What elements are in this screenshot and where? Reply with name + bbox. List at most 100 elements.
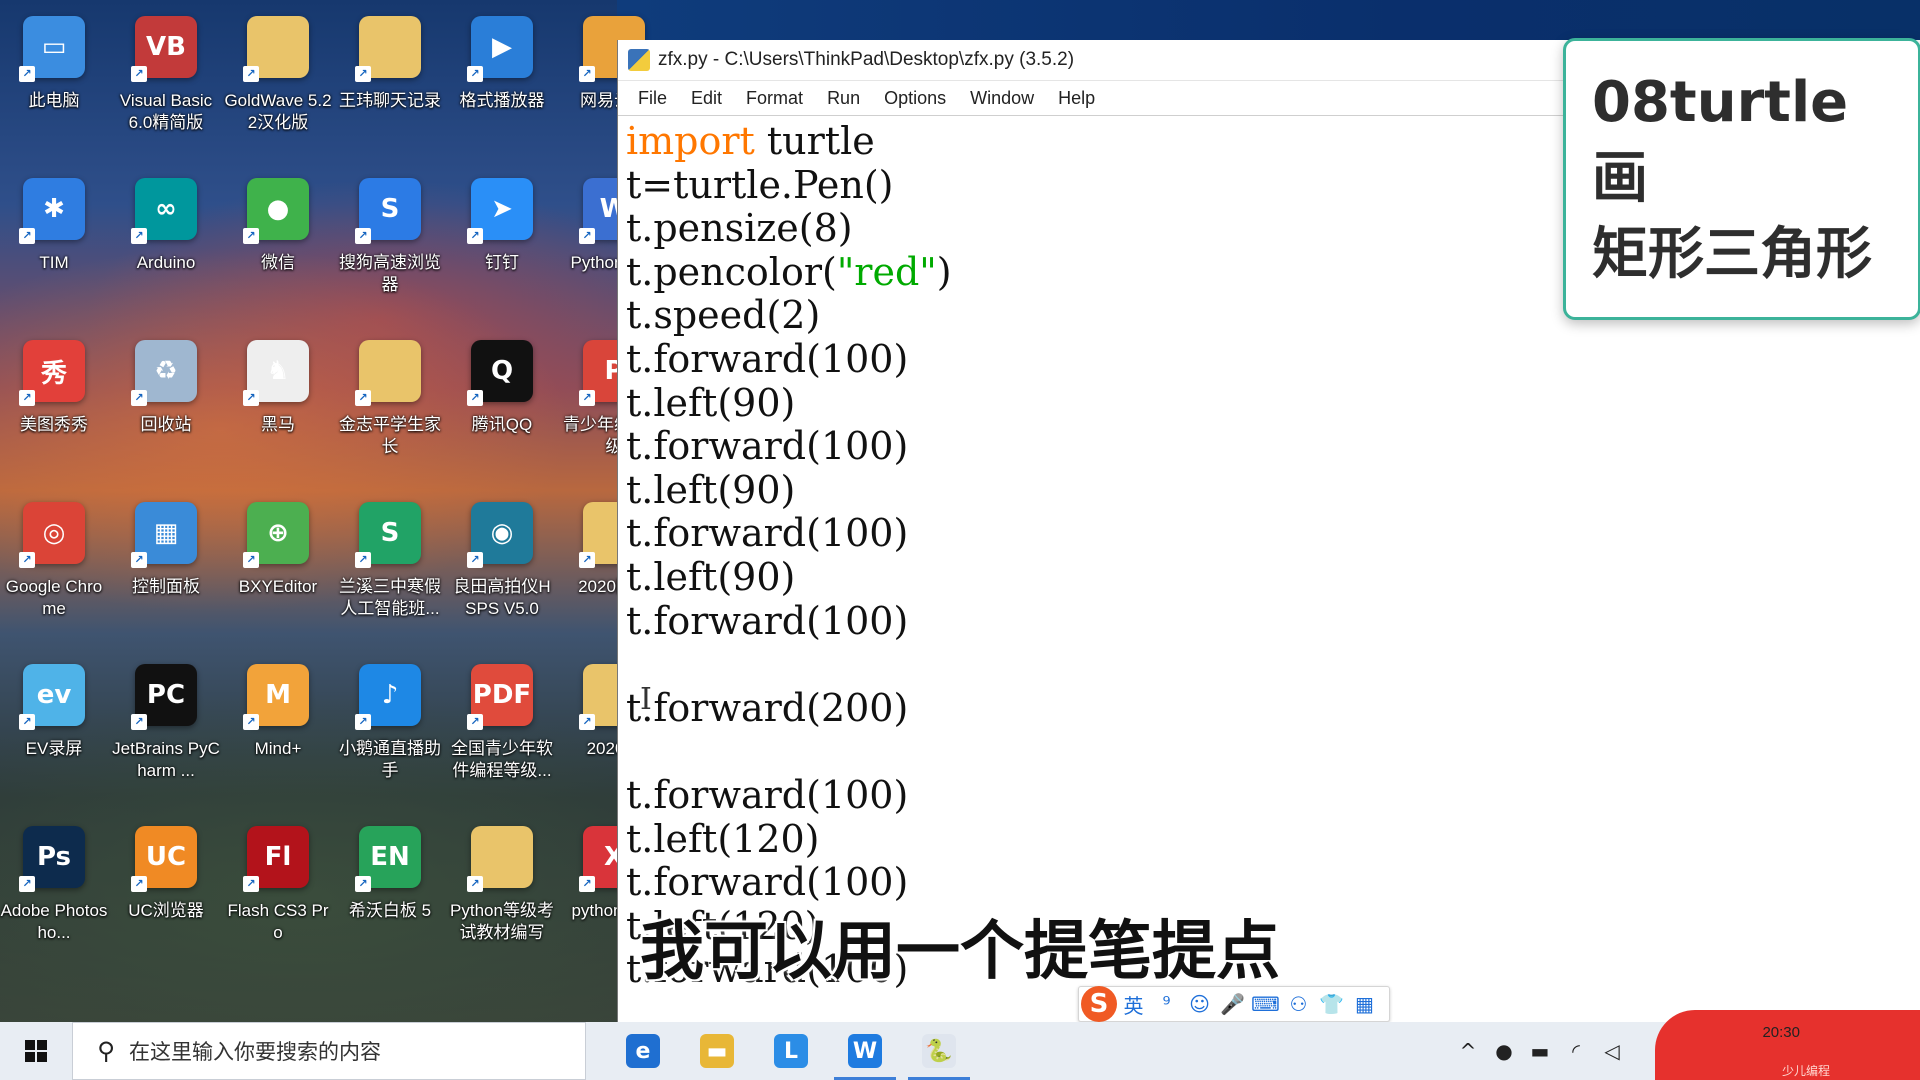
menu-run[interactable]: Run — [815, 83, 872, 113]
desktop-shortcut[interactable]: ● ↗ 微信 — [224, 170, 332, 330]
taskbar-app[interactable]: W — [828, 1022, 902, 1080]
desktop-shortcut[interactable]: ⊕ ↗ BXYEditor — [224, 494, 332, 654]
ime-skin-icon[interactable]: 👕 — [1315, 992, 1348, 1016]
desktop-shortcut[interactable]: ↗ Python等级考试教材编写 — [448, 818, 556, 978]
shortcut-arrow-icon: ↗ — [579, 714, 595, 730]
desktop-shortcut[interactable]: ◎ ↗ Google Chrome — [0, 494, 108, 654]
menu-help[interactable]: Help — [1046, 83, 1107, 113]
sogou-ime-logo-icon[interactable]: S — [1081, 986, 1117, 1022]
desktop-shortcut[interactable]: ▦ ↗ 控制面板 — [112, 494, 220, 654]
desktop-shortcut[interactable]: UC ↗ UC浏览器 — [112, 818, 220, 978]
folder-icon: ↗ — [355, 340, 421, 406]
ime-keyboard-icon[interactable]: ⌨ — [1249, 992, 1282, 1016]
desktop-shortcut[interactable]: ↗ GoldWave 5.22汉化版 — [224, 8, 332, 168]
volume-icon[interactable]: ◁ — [1594, 1039, 1630, 1063]
ime-emoji-icon[interactable]: ☺ — [1183, 992, 1216, 1016]
code-line[interactable]: t.forward(100) — [626, 773, 1920, 818]
desktop-shortcut[interactable]: S ↗ 兰溪三中寒假人工智能班... — [336, 494, 444, 654]
desktop-shortcut[interactable]: Q ↗ 腾讯QQ — [448, 332, 556, 492]
code-text: t.left(90) — [626, 467, 796, 512]
desktop-shortcut[interactable]: M ↗ Mind+ — [224, 656, 332, 816]
desktop-shortcut-label: 黑马 — [261, 415, 295, 434]
code-line[interactable] — [626, 730, 1920, 774]
ime-punctuation-icon[interactable]: ⁹ — [1150, 992, 1183, 1016]
ime-voice-icon[interactable]: 🎤 — [1216, 992, 1249, 1016]
code-line[interactable] — [626, 643, 1920, 687]
desktop-shortcut[interactable]: PC ↗ JetBrains PyCharm ... — [112, 656, 220, 816]
code-line[interactable]: t.forward(200) — [626, 686, 1920, 731]
desktop-shortcut[interactable]: Ps ↗ Adobe Photosho... — [0, 818, 108, 978]
python-file-icon — [628, 49, 650, 71]
tim-icon: ✱ ↗ — [19, 178, 85, 244]
taskbar-clock[interactable]: 20:30 — [1762, 1024, 1800, 1041]
menu-edit[interactable]: Edit — [679, 83, 734, 113]
ime-user-icon[interactable]: ⚇ — [1282, 992, 1315, 1016]
taskbar: ⚲ 在这里输入你要搜索的内容 e ▬ L W 🐍 ^ ● ▬ ◜ ◁ — [0, 1022, 1920, 1080]
tray-overflow-chevron-icon[interactable]: ^ — [1450, 1039, 1486, 1063]
code-line[interactable]: t.left(120) — [626, 817, 1920, 862]
code-line[interactable]: t.forward(100) — [626, 599, 1920, 644]
desktop-shortcut[interactable]: ➤ ↗ 钉钉 — [448, 170, 556, 330]
menu-window[interactable]: Window — [958, 83, 1046, 113]
network-icon[interactable]: ◜ — [1558, 1039, 1594, 1063]
visual-basic-icon: VB ↗ — [131, 16, 197, 82]
desktop-shortcut[interactable]: S ↗ 搜狗高速浏览器 — [336, 170, 444, 330]
desktop-shortcut[interactable]: ∞ ↗ Arduino — [112, 170, 220, 330]
desktop-shortcut[interactable]: 秀 ↗ 美图秀秀 — [0, 332, 108, 492]
menu-options[interactable]: Options — [872, 83, 958, 113]
ime-toolbar[interactable]: S 英 ⁹ ☺ 🎤 ⌨ ⚇ 👕 ▦ — [1078, 986, 1390, 1022]
shortcut-arrow-icon: ↗ — [243, 876, 259, 892]
microphone-icon[interactable]: ● — [1486, 1039, 1522, 1063]
code-text: t.forward(100) — [626, 860, 909, 905]
taskbar-search-box[interactable]: ⚲ 在这里输入你要搜索的内容 — [72, 1022, 586, 1080]
camera-app-icon: ◉ ↗ — [467, 502, 533, 568]
code-string: "red" — [836, 249, 937, 294]
xiaoetong-icon: ♪ ↗ — [355, 664, 421, 730]
shortcut-arrow-icon: ↗ — [19, 228, 35, 244]
desktop-shortcut[interactable]: PDF ↗ 全国青少年软件编程等级... — [448, 656, 556, 816]
desktop-shortcut[interactable]: ♻ ↗ 回收站 — [112, 332, 220, 492]
code-line[interactable]: t.left(90) — [626, 467, 1920, 513]
python-idle-icon: 🐍 — [922, 1034, 956, 1068]
code-line[interactable]: t.left(90) — [626, 555, 1920, 600]
code-text: t.forward(100) — [626, 511, 909, 556]
shortcut-arrow-icon: ↗ — [19, 390, 35, 406]
system-tray: ^ ● ▬ ◜ ◁ — [1450, 1022, 1630, 1080]
desktop-shortcut[interactable]: ↗ 金志平学生家长 — [336, 332, 444, 492]
start-button[interactable] — [0, 1022, 72, 1080]
code-text: t.forward(100) — [626, 424, 909, 469]
desktop-shortcut[interactable]: ✱ ↗ TIM — [0, 170, 108, 330]
uc-browser-icon: UC ↗ — [131, 826, 197, 892]
shortcut-arrow-icon: ↗ — [243, 66, 259, 82]
meitu-icon: 秀 ↗ — [19, 340, 85, 406]
desktop-shortcut[interactable]: EN ↗ 希沃白板 5 — [336, 818, 444, 978]
desktop-shortcut[interactable]: ♪ ↗ 小鹅通直播助手 — [336, 656, 444, 816]
code-line[interactable]: t.forward(100) — [626, 860, 1920, 905]
desktop-shortcut[interactable]: ↗ 王玮聊天记录 — [336, 8, 444, 168]
taskbar-app[interactable]: e — [606, 1022, 680, 1080]
menu-file[interactable]: File — [626, 83, 679, 113]
menu-format[interactable]: Format — [734, 83, 815, 113]
desktop-shortcut[interactable]: ▭ ↗ 此电脑 — [0, 8, 108, 168]
code-line[interactable]: t.forward(100) — [626, 337, 1920, 382]
code-line[interactable]: t.left(90) — [626, 381, 1920, 426]
taskbar-app[interactable]: ▬ — [680, 1022, 754, 1080]
taskbar-app[interactable]: 🐍 — [902, 1022, 976, 1080]
code-line[interactable]: t.forward(100) — [626, 512, 1920, 556]
desktop-shortcut[interactable]: ◉ ↗ 良田高拍仪HSPS V5.0 — [448, 494, 556, 654]
desktop-shortcut[interactable]: ev ↗ EV录屏 — [0, 656, 108, 816]
desktop-shortcut[interactable]: VB ↗ Visual Basic 6.0精简版 — [112, 8, 220, 168]
desktop-shortcut-label: 格式播放器 — [459, 91, 545, 110]
taskbar-app[interactable]: L — [754, 1022, 828, 1080]
desktop-shortcut[interactable]: Fl ↗ Flash CS3 Pro — [224, 818, 332, 978]
desktop-shortcut[interactable]: ▶ ↗ 格式播放器 — [448, 8, 556, 168]
desktop-shortcut[interactable]: ♞ ↗ 黑马 — [224, 332, 332, 492]
code-line[interactable]: t.forward(100) — [626, 424, 1920, 469]
ime-toolbox-icon[interactable]: ▦ — [1348, 992, 1381, 1016]
desktop-shortcut-label: TIM — [39, 253, 69, 272]
search-icon: ⚲ — [97, 1037, 115, 1065]
shortcut-arrow-icon: ↗ — [467, 66, 483, 82]
battery-icon[interactable]: ▬ — [1522, 1039, 1558, 1063]
ime-language-toggle[interactable]: 英 — [1117, 990, 1150, 1019]
desktop-shortcut-label: Visual Basic 6.0精简版 — [119, 91, 213, 132]
